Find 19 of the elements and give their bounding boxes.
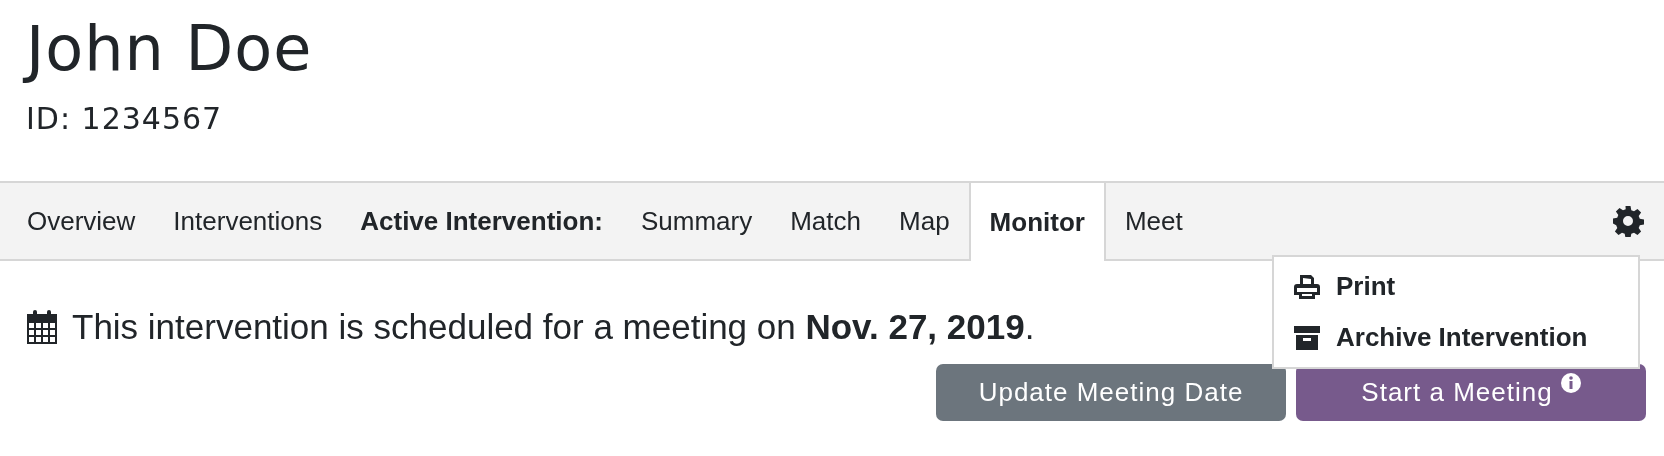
start-meeting-button[interactable]: Start a Meeting xyxy=(1296,363,1646,421)
meeting-message: This intervention is scheduled for a meeting on Nov. 27, 2019. xyxy=(72,306,1035,348)
calendar-icon xyxy=(26,309,58,346)
person-id: ID: 1234567 xyxy=(26,100,224,138)
printer-icon xyxy=(1294,274,1320,299)
settings-button[interactable] xyxy=(1612,205,1644,237)
menu-item[interactable]: Print xyxy=(1274,261,1638,312)
nav-tab[interactable]: Map xyxy=(880,183,969,259)
nav-tab[interactable]: Monitor xyxy=(968,183,1106,261)
settings-icon xyxy=(1612,205,1644,237)
menu-item[interactable]: Archive Intervention xyxy=(1274,312,1638,363)
nav-tab[interactable]: Summary xyxy=(621,183,772,259)
nav-tab[interactable]: Interventions xyxy=(154,183,342,259)
archive-box-icon xyxy=(1294,325,1320,350)
update-date-button[interactable]: Update Meeting Date xyxy=(936,363,1286,421)
nav-tab[interactable]: Meet xyxy=(1105,183,1202,259)
nav-tab[interactable]: Match xyxy=(771,183,880,259)
section-label: Active Intervention: xyxy=(359,204,604,238)
nav-tab[interactable]: Overview xyxy=(8,183,155,259)
